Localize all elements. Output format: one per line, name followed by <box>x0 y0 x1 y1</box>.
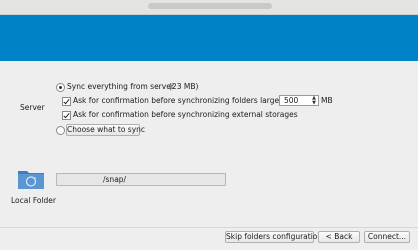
folder-size-limit-value[interactable]: 500 <box>284 96 298 106</box>
title-placeholder <box>148 3 272 9</box>
local-folder-label: Local Folder <box>11 196 56 205</box>
header-banner <box>0 15 418 61</box>
footer-separator <box>0 227 418 228</box>
server-label: Server <box>20 103 45 112</box>
ask-large-folders-label[interactable]: Ask for confirmation before synchronizin… <box>73 96 302 106</box>
ask-large-folders-checkbox[interactable] <box>62 97 71 106</box>
folder-sync-icon <box>18 171 44 189</box>
spin-arrows-icon[interactable]: ▲ ▼ <box>311 96 317 106</box>
ask-external-storages-checkbox[interactable] <box>62 111 71 120</box>
local-folder-path: /snap/ <box>103 175 127 184</box>
connect-button[interactable]: Connect... <box>364 231 410 243</box>
ask-external-storages-label[interactable]: Ask for confirmation before synchronizin… <box>73 110 298 120</box>
sync-everything-label[interactable]: Sync everything from server <box>67 82 174 92</box>
size-unit-label: MB <box>321 96 333 105</box>
sync-size-label: (23 MB) <box>169 82 199 91</box>
back-button[interactable]: < Back <box>318 231 360 243</box>
sync-everything-radio[interactable] <box>56 83 65 92</box>
choose-what-to-sync-button[interactable]: Choose what to sync <box>66 124 145 136</box>
window-titlebar[interactable] <box>0 0 418 15</box>
skip-folders-configuration-button[interactable]: Skip folders configuration <box>225 231 322 243</box>
local-folder-path-field[interactable]: /snap/ <box>56 173 226 186</box>
folder-size-limit-spinbox[interactable]: 500 ▲ ▼ <box>279 95 319 106</box>
choose-what-to-sync-radio[interactable] <box>56 126 65 135</box>
